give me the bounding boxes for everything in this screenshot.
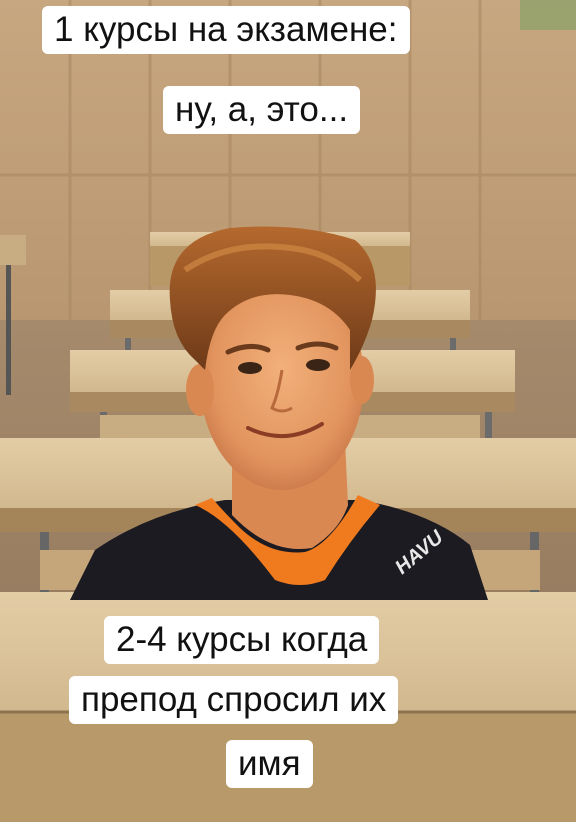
bottom-caption-text-1: 2-4 курсы когда: [116, 620, 368, 659]
top-caption-line-2: ну, а, это...: [163, 86, 361, 134]
top-caption-text-1: 1 курсы на экзамене:: [54, 10, 398, 49]
window-light: [520, 0, 576, 30]
bottom-caption-text-3: имя: [238, 744, 301, 783]
bottom-caption-line-1: 2-4 курсы когда: [104, 616, 380, 664]
bottom-caption-line-2: препод спросил их: [69, 676, 399, 724]
top-caption-text-2: ну, а, это...: [175, 90, 349, 129]
bottom-caption-line-3: имя: [226, 740, 313, 788]
meme-image: HAVU 1 курсы на экзамене: ну, а, это... …: [0, 0, 576, 822]
side-chair: [0, 235, 26, 265]
top-caption-line-1: 1 курсы на экзамене:: [42, 6, 410, 54]
bottom-caption-text-2: препод спросил их: [81, 680, 387, 719]
